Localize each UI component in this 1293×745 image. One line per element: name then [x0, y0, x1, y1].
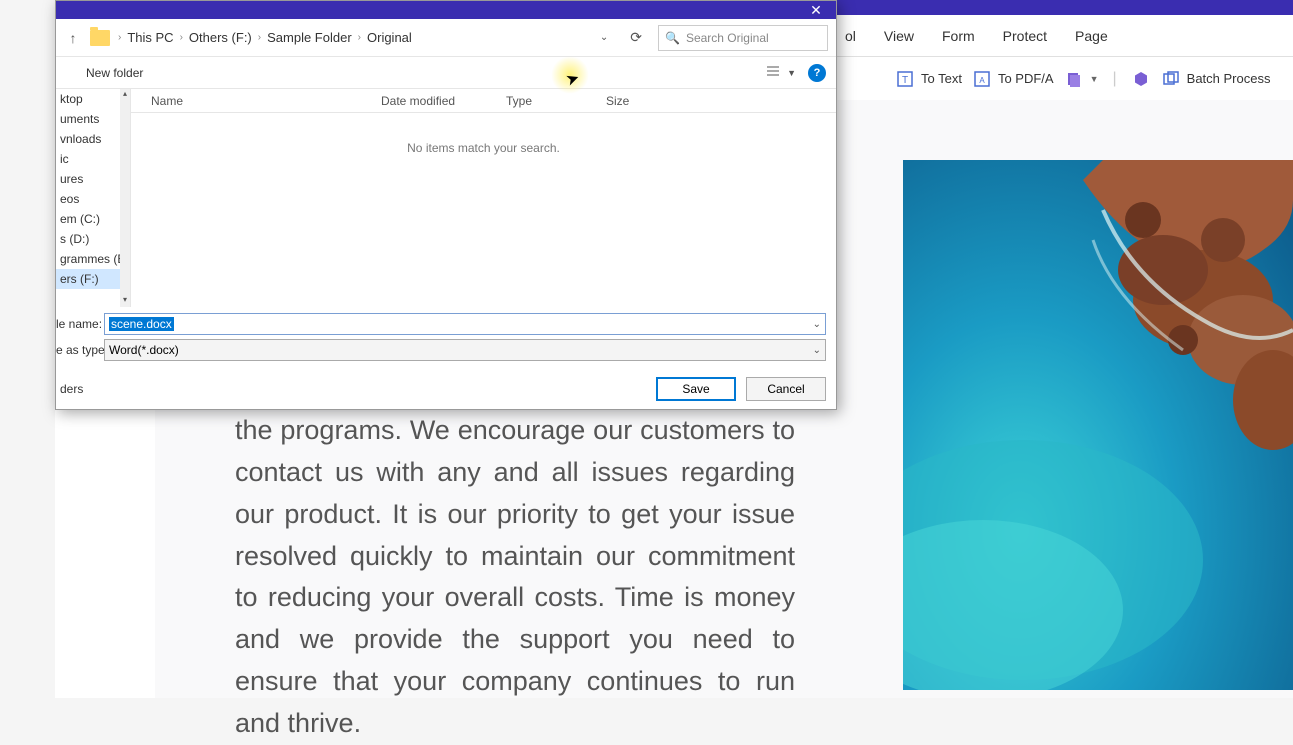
help-icon: ? [814, 67, 821, 79]
to-text-button[interactable]: T To Text [895, 69, 962, 89]
filetype-value: Word(*.docx) [109, 343, 179, 357]
folder-icon [90, 30, 110, 46]
dialog-button-row: ders Save Cancel [56, 371, 836, 411]
header-size[interactable]: Size [606, 94, 686, 108]
batch-label: Batch Process [1187, 71, 1271, 86]
crumb-others-f[interactable]: Others (F:) [189, 30, 252, 45]
chevron-down-icon: ▼ [787, 68, 796, 78]
help-button[interactable]: ? [808, 64, 826, 82]
dropdown-icon: ▼ [1090, 74, 1099, 84]
sidebar-scrollbar[interactable]: ▴ ▾ [120, 89, 130, 307]
toolbar-separator: | [1113, 70, 1117, 88]
chevron-down-icon: ⌄ [600, 32, 608, 43]
chevron-right-icon: › [180, 32, 183, 43]
batch-icon [1161, 69, 1181, 89]
column-headers: Name Date modified Type Size [131, 89, 836, 113]
crumb-sample-folder[interactable]: Sample Folder [267, 30, 352, 45]
header-type[interactable]: Type [506, 94, 606, 108]
svg-text:T: T [902, 75, 908, 86]
chevron-down-icon[interactable]: ⌄ [813, 345, 821, 356]
new-folder-button[interactable]: New folder [86, 66, 143, 80]
sidebar-item-desktop[interactable]: ktop [56, 89, 130, 109]
svg-text:A: A [979, 76, 985, 85]
to-pdfa-label: To PDF/A [998, 71, 1054, 86]
scroll-down-icon[interactable]: ▾ [120, 295, 130, 307]
menu-tool-partial[interactable]: ol [845, 28, 856, 44]
chevron-right-icon: › [258, 32, 261, 43]
text-icon: T [895, 69, 915, 89]
convert-more-icon [1064, 69, 1084, 89]
sidebar-item-drive-e[interactable]: grammes (E:) [56, 249, 130, 269]
to-text-label: To Text [921, 71, 962, 86]
filename-input[interactable]: scene.docx ⌄ [104, 313, 826, 335]
dialog-body: ktop uments vnloads ic ures eos em (C:) … [56, 89, 836, 307]
filename-label: le name: [56, 317, 104, 331]
dialog-nav-row: ↑ › This PC › Others (F:) › Sample Folde… [56, 19, 836, 57]
menu-form[interactable]: Form [942, 28, 975, 44]
sidebar-item-drive-f[interactable]: ers (F:) [56, 269, 130, 289]
sidebar-item-pictures[interactable]: ures [56, 169, 130, 189]
folder-tree-sidebar[interactable]: ktop uments vnloads ic ures eos em (C:) … [56, 89, 131, 307]
file-list[interactable]: Name Date modified Type Size No items ma… [131, 89, 836, 307]
batch-process-button[interactable]: Batch Process [1161, 69, 1271, 89]
save-dialog: ✕ ↑ › This PC › Others (F:) › Sample Fol… [55, 0, 837, 410]
close-icon: ✕ [810, 2, 822, 19]
sidebar-item-drive-d[interactable]: s (D:) [56, 229, 130, 249]
empty-message: No items match your search. [131, 113, 836, 183]
chevron-right-icon: › [118, 32, 121, 43]
filetype-select[interactable]: Word(*.docx) ⌄ [104, 339, 826, 361]
to-pdfa-button[interactable]: A To PDF/A [972, 69, 1054, 89]
cancel-button[interactable]: Cancel [746, 377, 826, 401]
filetype-label: e as type: [56, 343, 104, 357]
refresh-icon: ⟳ [630, 29, 642, 45]
sidebar-item-documents[interactable]: uments [56, 109, 130, 129]
breadcrumb[interactable]: › This PC › Others (F:) › Sample Folder … [118, 30, 586, 45]
filename-value: scene.docx [109, 317, 174, 331]
document-image [903, 160, 1293, 690]
hide-folders-toggle[interactable]: ders [60, 382, 83, 396]
breadcrumb-dropdown[interactable]: ⌄ [594, 32, 614, 43]
pdfa-icon: A [972, 69, 992, 89]
view-mode-button[interactable]: ▼ [767, 65, 796, 80]
chevron-right-icon: › [358, 32, 361, 43]
header-name[interactable]: Name [151, 94, 381, 108]
hexagon-icon [1131, 69, 1151, 89]
hexagon-tool-button[interactable] [1131, 69, 1151, 89]
chevron-down-icon[interactable]: ⌄ [813, 319, 821, 330]
sidebar-item-drive-c[interactable]: em (C:) [56, 209, 130, 229]
list-view-icon [767, 65, 783, 80]
search-icon: 🔍 [665, 31, 680, 45]
dialog-fields: le name: scene.docx ⌄ e as type: Word(*.… [56, 307, 836, 371]
search-input[interactable]: 🔍 Search Original [658, 25, 828, 51]
crumb-this-pc[interactable]: This PC [127, 30, 173, 45]
sidebar-item-downloads[interactable]: vnloads [56, 129, 130, 149]
save-button[interactable]: Save [656, 377, 736, 401]
search-placeholder: Search Original [686, 31, 769, 45]
up-arrow-icon: ↑ [70, 30, 77, 46]
close-button[interactable]: ✕ [796, 1, 836, 19]
sidebar-item-videos[interactable]: eos [56, 189, 130, 209]
menu-view[interactable]: View [884, 28, 914, 44]
header-date[interactable]: Date modified [381, 94, 506, 108]
refresh-button[interactable]: ⟳ [622, 29, 650, 46]
scroll-up-icon[interactable]: ▴ [120, 89, 130, 101]
menu-protect[interactable]: Protect [1003, 28, 1047, 44]
crumb-original[interactable]: Original [367, 30, 412, 45]
sidebar-item-music[interactable]: ic [56, 149, 130, 169]
up-button[interactable]: ↑ [64, 29, 82, 47]
more-convert-button[interactable]: ▼ [1064, 69, 1099, 89]
dialog-toolbar: New folder ▼ ? [56, 57, 836, 89]
dialog-titlebar[interactable]: ✕ [56, 1, 836, 19]
menu-page[interactable]: Page [1075, 28, 1108, 44]
